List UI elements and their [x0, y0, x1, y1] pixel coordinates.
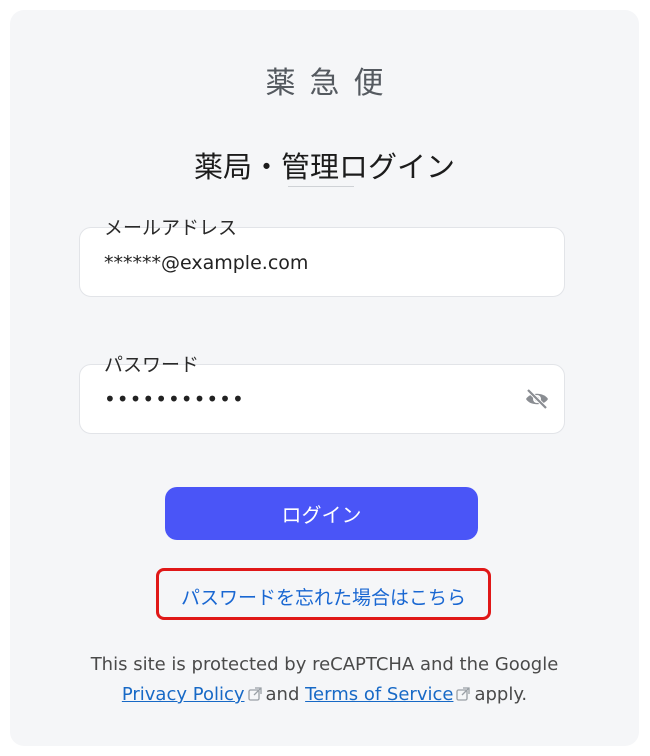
password-value[interactable]: ••••••••••• [104, 387, 245, 411]
forgot-password-link[interactable]: パスワードを忘れた場合はこちら [159, 583, 488, 610]
apply-text: apply. [474, 684, 528, 705]
page-title: 薬局・管理ログイン [193, 150, 455, 184]
login-button[interactable]: ログイン [165, 487, 478, 540]
login-card: 薬急便 薬局・管理ログイン メールアドレス ******@example.com… [10, 10, 639, 746]
recaptcha-line1: This site is protected by reCAPTCHA and … [90, 654, 559, 675]
brand-logo-text: 薬急便 [265, 66, 398, 101]
external-link-icon [247, 681, 262, 701]
recaptcha-line2: Privacy Policy and Terms of Service apply. [10, 680, 639, 710]
password-label: パスワード [104, 354, 200, 376]
forgot-password-highlight: パスワードを忘れた場合はこちら [156, 568, 491, 620]
eye-off-icon[interactable] [524, 387, 550, 411]
password-field[interactable]: パスワード ••••••••••• [79, 354, 565, 434]
email-field[interactable]: メールアドレス ******@example.com [79, 217, 565, 297]
privacy-policy-link[interactable]: Privacy Policy [122, 684, 245, 705]
email-value[interactable]: ******@example.com [104, 252, 308, 274]
recaptcha-notice: This site is protected by reCAPTCHA and … [10, 650, 639, 710]
and-text: and [265, 684, 300, 705]
title-divider [288, 186, 354, 187]
brand-logo: 薬急便 [10, 58, 639, 102]
email-label: メールアドレス [104, 217, 238, 239]
external-link-icon [456, 681, 471, 701]
terms-of-service-link[interactable]: Terms of Service [305, 684, 453, 705]
